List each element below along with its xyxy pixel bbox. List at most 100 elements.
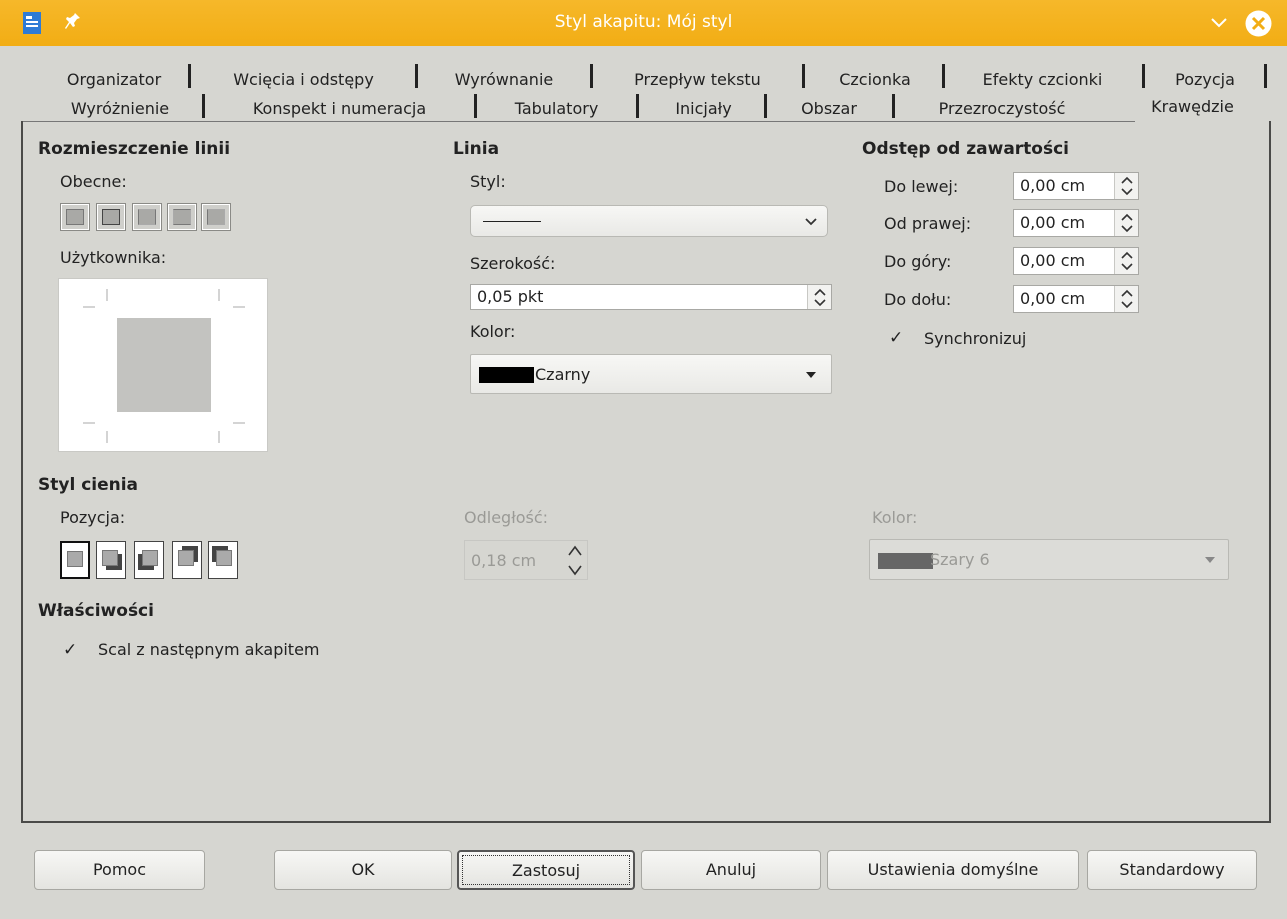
- padding-right-value: 0,00 cm: [1020, 213, 1086, 232]
- shadow-none-button[interactable]: [60, 541, 90, 579]
- shadow-distance-arrows[interactable]: [563, 541, 587, 579]
- shadow-color-select[interactable]: Szary 6: [869, 539, 1229, 580]
- tab-przeplyw[interactable]: Przepływ tekstu: [600, 66, 795, 94]
- padding-bottom-value: 0,00 cm: [1020, 289, 1086, 308]
- tab-wyroznienie[interactable]: Wyróżnienie: [40, 95, 200, 123]
- shadow-bottom-left-button[interactable]: [134, 541, 164, 579]
- line-width-spinbox[interactable]: 0,05 pkt: [470, 284, 832, 310]
- tab-separator: [764, 94, 767, 118]
- line-style-preview: [483, 221, 541, 222]
- ok-button[interactable]: OK: [274, 850, 452, 890]
- shadow-position-label: Pozycja:: [60, 508, 126, 527]
- padding-top-spinbox[interactable]: 0,00 cm: [1013, 247, 1139, 275]
- shadow-distance-value: 0,18 cm: [471, 551, 537, 570]
- window-title: Styl akapitu: Mój styl: [554, 12, 733, 32]
- tab-efekty[interactable]: Efekty czcionki: [950, 66, 1135, 94]
- padding-left-arrows[interactable]: [1114, 173, 1138, 199]
- merge-label[interactable]: Scal z następnym akapitem: [98, 640, 320, 659]
- padding-bottom-arrows[interactable]: [1114, 286, 1138, 312]
- line-color-swatch: [479, 367, 534, 383]
- tab-tabulatory[interactable]: Tabulatory: [484, 95, 629, 123]
- tab-separator: [474, 94, 477, 118]
- tab-przezroczystosc[interactable]: Przezroczystość: [902, 95, 1102, 123]
- spin-updown-icon: [1121, 213, 1133, 233]
- spin-updown-icon: [1121, 176, 1133, 196]
- help-button[interactable]: Pomoc: [34, 850, 205, 890]
- tab-separator: [802, 64, 805, 88]
- tab-wyrownanie[interactable]: Wyrównanie: [424, 66, 584, 94]
- tab-separator: [636, 94, 639, 118]
- tab-separator: [892, 94, 895, 118]
- preset-left[interactable]: [201, 203, 231, 231]
- merge-checkbox[interactable]: ✓: [63, 640, 77, 660]
- chevron-down-icon: [805, 218, 817, 226]
- dropdown-arrow-icon: [1205, 557, 1215, 563]
- shadow-bottom-right-button[interactable]: [96, 541, 126, 579]
- line-color-select[interactable]: Czarny: [470, 354, 832, 394]
- close-icon[interactable]: [1245, 10, 1272, 37]
- tab-separator: [415, 64, 418, 88]
- padding-top-value: 0,00 cm: [1020, 251, 1086, 270]
- line-color-label: Kolor:: [470, 322, 516, 341]
- preset-none[interactable]: [60, 203, 90, 231]
- spin-updown-icon: [1121, 289, 1133, 309]
- apply-button-label: Zastosuj: [462, 855, 630, 885]
- current-presets-label: Obecne:: [60, 172, 127, 191]
- spin-updown-icon: [568, 545, 582, 576]
- shadow-distance-spinbox[interactable]: 0,18 cm: [464, 540, 588, 580]
- synchronize-checkbox[interactable]: ✓: [889, 328, 903, 348]
- line-width-arrows[interactable]: [807, 285, 831, 309]
- padding-right-arrows[interactable]: [1114, 210, 1138, 236]
- padding-top-label: Do góry:: [884, 252, 952, 271]
- padding-right-label: Od prawej:: [884, 214, 972, 233]
- tab-separator: [188, 64, 191, 88]
- standard-button[interactable]: Standardowy: [1087, 850, 1257, 890]
- padding-bottom-spinbox[interactable]: 0,00 cm: [1013, 285, 1139, 313]
- shadow-top-left-button[interactable]: [208, 541, 238, 579]
- synchronize-label[interactable]: Synchronizuj: [924, 329, 1026, 348]
- tab-separator: [942, 64, 945, 88]
- title-bar: Styl akapitu: Mój styl: [0, 0, 1287, 46]
- line-width-label: Szerokość:: [470, 254, 556, 273]
- line-color-value: Czarny: [535, 365, 591, 384]
- tab-konspekt[interactable]: Konspekt i numeracja: [212, 95, 467, 123]
- properties-heading: Właściwości: [38, 601, 154, 621]
- padding-left-label: Do lewej:: [884, 177, 959, 196]
- shadow-distance-label: Odległość:: [464, 508, 549, 527]
- shadow-color-value: Szary 6: [930, 550, 990, 569]
- preset-left-right[interactable]: [132, 203, 162, 231]
- tab-separator: [1142, 64, 1145, 88]
- padding-right-spinbox[interactable]: 0,00 cm: [1013, 209, 1139, 237]
- tab-pozycja[interactable]: Pozycja: [1150, 66, 1260, 94]
- padding-left-value: 0,00 cm: [1020, 176, 1086, 195]
- padding-bottom-label: Do dołu:: [884, 290, 952, 309]
- tab-wciecia[interactable]: Wcięcia i odstępy: [196, 66, 411, 94]
- chevron-down-icon[interactable]: [1209, 13, 1229, 33]
- user-defaults-button[interactable]: Ustawienia domyślne: [827, 850, 1079, 890]
- dropdown-arrow-icon: [806, 372, 816, 378]
- preset-box[interactable]: [96, 203, 126, 231]
- shadow-heading: Styl cienia: [38, 475, 139, 495]
- border-preview[interactable]: [58, 278, 268, 452]
- line-style-select[interactable]: [470, 205, 828, 237]
- tab-obszar[interactable]: Obszar: [774, 95, 884, 123]
- tab-organizator[interactable]: Organizator: [44, 66, 184, 94]
- border-preview-canvas: [83, 289, 245, 443]
- padding-left-spinbox[interactable]: 0,00 cm: [1013, 172, 1139, 200]
- tab-separator: [202, 94, 205, 118]
- user-defined-label: Użytkownika:: [60, 248, 167, 267]
- line-width-value: 0,05 pkt: [477, 287, 544, 306]
- tab-inicjaly[interactable]: Inicjały: [646, 95, 761, 123]
- shadow-top-right-button[interactable]: [172, 541, 202, 579]
- spin-updown-icon: [1121, 251, 1133, 271]
- padding-top-arrows[interactable]: [1114, 248, 1138, 274]
- tab-czcionka[interactable]: Czcionka: [810, 66, 940, 94]
- spin-updown-icon: [814, 288, 826, 307]
- preset-top-bottom[interactable]: [167, 203, 197, 231]
- shadow-color-label: Kolor:: [872, 508, 918, 527]
- cancel-button[interactable]: Anuluj: [641, 850, 821, 890]
- tab-krawedzie[interactable]: Krawędzie: [1125, 93, 1260, 121]
- apply-button[interactable]: Zastosuj: [457, 850, 635, 890]
- line-style-label: Styl:: [470, 172, 506, 191]
- shadow-color-swatch: [878, 553, 933, 569]
